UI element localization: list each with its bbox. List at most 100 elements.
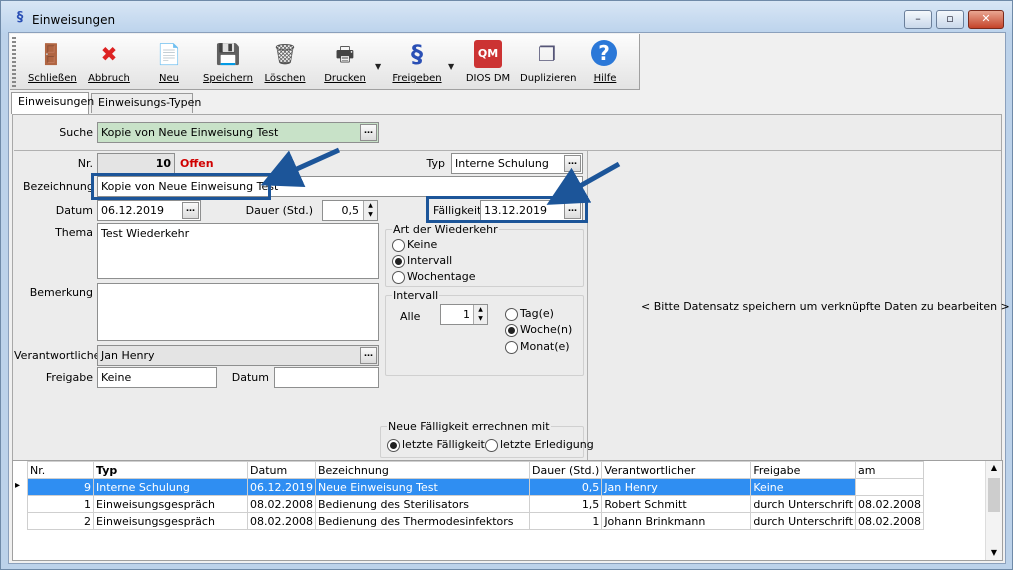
help-button[interactable]: ? Hilfe xyxy=(585,37,625,87)
qm-document-icon: QM xyxy=(474,40,502,68)
scroll-up-icon[interactable]: ▲ xyxy=(986,461,1002,475)
tab-einweisungen[interactable]: Einweisungen xyxy=(11,92,94,114)
column-header[interactable]: Freigabe xyxy=(750,461,857,479)
toolbar: 🚪 Schließen ✖ Abbruch 📄 Neu 💾 Speichern … xyxy=(10,34,640,90)
close-button[interactable]: 🚪 Schließen xyxy=(28,37,77,87)
bemerkung-textarea[interactable] xyxy=(97,283,379,341)
bezeichnung-highlight xyxy=(91,173,271,200)
cell: Einweisungsgespräch xyxy=(93,512,248,530)
freigabe-input[interactable]: Keine xyxy=(97,367,217,388)
tab-einweisungs-typen[interactable]: Einweisungs-Typen xyxy=(91,93,201,113)
dauer-spinner[interactable]: ▲ ▼ xyxy=(363,201,377,220)
verantwortlicher-ellipsis-button[interactable]: … xyxy=(360,347,377,364)
freigabe-label: Freigabe xyxy=(45,371,93,384)
radio-wochentage[interactable]: Wochentage xyxy=(392,270,476,284)
cell: 1 xyxy=(528,512,603,530)
column-header[interactable]: am xyxy=(855,461,924,479)
dios-dm-button[interactable]: QM DIOS DM xyxy=(462,37,514,87)
new-label: Neu xyxy=(159,73,179,84)
cell: Robert Schmitt xyxy=(601,495,752,513)
cell: durch Unterschrift xyxy=(750,495,857,513)
duplicate-icon: ❐ xyxy=(538,42,556,66)
column-header[interactable]: Bezeichnung xyxy=(314,461,530,479)
app-paragraph-icon: § xyxy=(16,10,24,25)
vertical-scrollbar[interactable]: ▲ ▼ xyxy=(985,461,1002,560)
bemerkung-label: Bemerkung xyxy=(29,286,93,299)
typ-label: Typ xyxy=(426,157,446,170)
release-dropdown-arrow-icon[interactable]: ▼ xyxy=(448,62,454,71)
column-header[interactable]: Verantwortlicher xyxy=(601,461,752,479)
column-header[interactable]: Nr. xyxy=(27,461,94,479)
scroll-down-icon[interactable]: ▼ xyxy=(986,546,1002,560)
close-label: Schließen xyxy=(28,73,77,84)
new-button[interactable]: 📄 Neu xyxy=(146,37,192,87)
main-panel: Suche Kopie von Neue Einweisung Test … N… xyxy=(12,114,1010,464)
radio-letzte-erledigung[interactable]: letzte Erledigung xyxy=(485,438,594,452)
help-icon: ? xyxy=(591,40,617,66)
cell: Keine xyxy=(750,478,857,496)
save-button[interactable]: 💾 Speichern xyxy=(203,37,253,87)
cancel-label: Abbruch xyxy=(88,73,130,84)
table-row[interactable]: 2 Einweisungsgespräch 08.02.2008 Bedienu… xyxy=(27,512,924,530)
column-header[interactable]: Dauer (Std.) xyxy=(528,461,603,479)
print-button[interactable]: 🖶 Drucken xyxy=(320,37,370,87)
column-header[interactable]: Datum xyxy=(247,461,316,479)
intervall-group: Intervall Alle 1 ▲ ▼ Tag(e) Woche(n) Mona… xyxy=(385,289,584,376)
radio-monate[interactable]: Monat(e) xyxy=(505,340,570,354)
cancel-icon: ✖ xyxy=(100,42,118,66)
minimize-button[interactable]: – xyxy=(904,10,932,29)
print-dropdown-arrow-icon[interactable]: ▼ xyxy=(375,62,381,71)
neue-faelligkeit-caption: Neue Fälligkeit errechnen mit xyxy=(387,420,551,433)
typ-ellipsis-button[interactable]: … xyxy=(564,155,581,172)
thema-textarea[interactable]: Test Wiederkehr xyxy=(97,223,379,279)
verantwortlicher-label: Verantwortlicher xyxy=(14,349,105,362)
radio-wochen[interactable]: Woche(n) xyxy=(505,323,572,337)
datum-ellipsis-button[interactable]: … xyxy=(182,202,199,219)
alle-field[interactable]: 1 ▲ ▼ xyxy=(440,304,488,325)
help-label: Hilfe xyxy=(593,73,617,84)
cell: Jan Henry xyxy=(601,478,752,496)
printer-icon: 🖶 xyxy=(335,42,355,66)
verantwortlicher-field[interactable]: Jan Henry … xyxy=(97,345,379,366)
datum2-input[interactable] xyxy=(274,367,379,388)
cell: 08.02.2008 xyxy=(855,512,924,530)
typ-field[interactable]: Interne Schulung … xyxy=(451,153,583,174)
cell: 2 xyxy=(27,512,94,530)
maximize-button[interactable]: ▫ xyxy=(936,10,964,29)
toolbar-grip[interactable] xyxy=(12,37,16,87)
datum-field[interactable]: 06.12.2019 … xyxy=(97,200,201,221)
cell: 1 xyxy=(27,495,94,513)
search-ellipsis-button[interactable]: … xyxy=(360,124,377,141)
radio-intervall[interactable]: Intervall xyxy=(392,254,452,268)
search-field[interactable]: Kopie von Neue Einweisung Test … xyxy=(97,122,379,143)
cell: 08.02.2008 xyxy=(247,495,316,513)
wiederkehr-group: Art der Wiederkehr Keine Intervall Woche… xyxy=(385,223,584,287)
cell: Interne Schulung xyxy=(93,478,248,496)
thema-label: Thema xyxy=(55,226,93,239)
close-window-button[interactable]: ✕ xyxy=(968,10,1004,29)
release-button[interactable]: § Freigeben xyxy=(390,37,444,87)
bezeichnung-label: Bezeichnung xyxy=(23,180,94,193)
datum2-label: Datum xyxy=(231,371,269,384)
column-header[interactable]: Typ xyxy=(93,461,248,479)
table-row[interactable]: 1 Einweisungsgespräch 08.02.2008 Bedienu… xyxy=(27,495,924,513)
delete-button[interactable]: 🗑 Löschen xyxy=(262,37,308,87)
alle-value: 1 xyxy=(463,308,470,321)
dauer-field[interactable]: 0,5 ▲ ▼ xyxy=(322,200,378,221)
dauer-value: 0,5 xyxy=(341,204,360,217)
nr-label: Nr. xyxy=(77,157,93,170)
table-row[interactable]: 9 Interne Schulung 06.12.2019 Neue Einwe… xyxy=(27,478,924,496)
current-row-marker-icon: ▸ xyxy=(15,480,21,491)
search-value: Kopie von Neue Einweisung Test xyxy=(101,126,279,139)
save-icon: 💾 xyxy=(215,42,241,66)
wiederkehr-caption: Art der Wiederkehr xyxy=(392,223,499,236)
radio-letzte-faelligkeit[interactable]: letzte Fälligkeit xyxy=(387,438,485,452)
scroll-thumb[interactable] xyxy=(988,478,1000,512)
cancel-button[interactable]: ✖ Abbruch xyxy=(86,37,132,87)
duplicate-button[interactable]: ❐ Duplizieren xyxy=(520,37,577,87)
cell: 1,5 xyxy=(528,495,603,513)
radio-tage[interactable]: Tag(e) xyxy=(505,307,554,321)
alle-spinner[interactable]: ▲ ▼ xyxy=(473,305,487,324)
radio-keine[interactable]: Keine xyxy=(392,238,437,252)
datum-label: Datum xyxy=(55,204,93,217)
